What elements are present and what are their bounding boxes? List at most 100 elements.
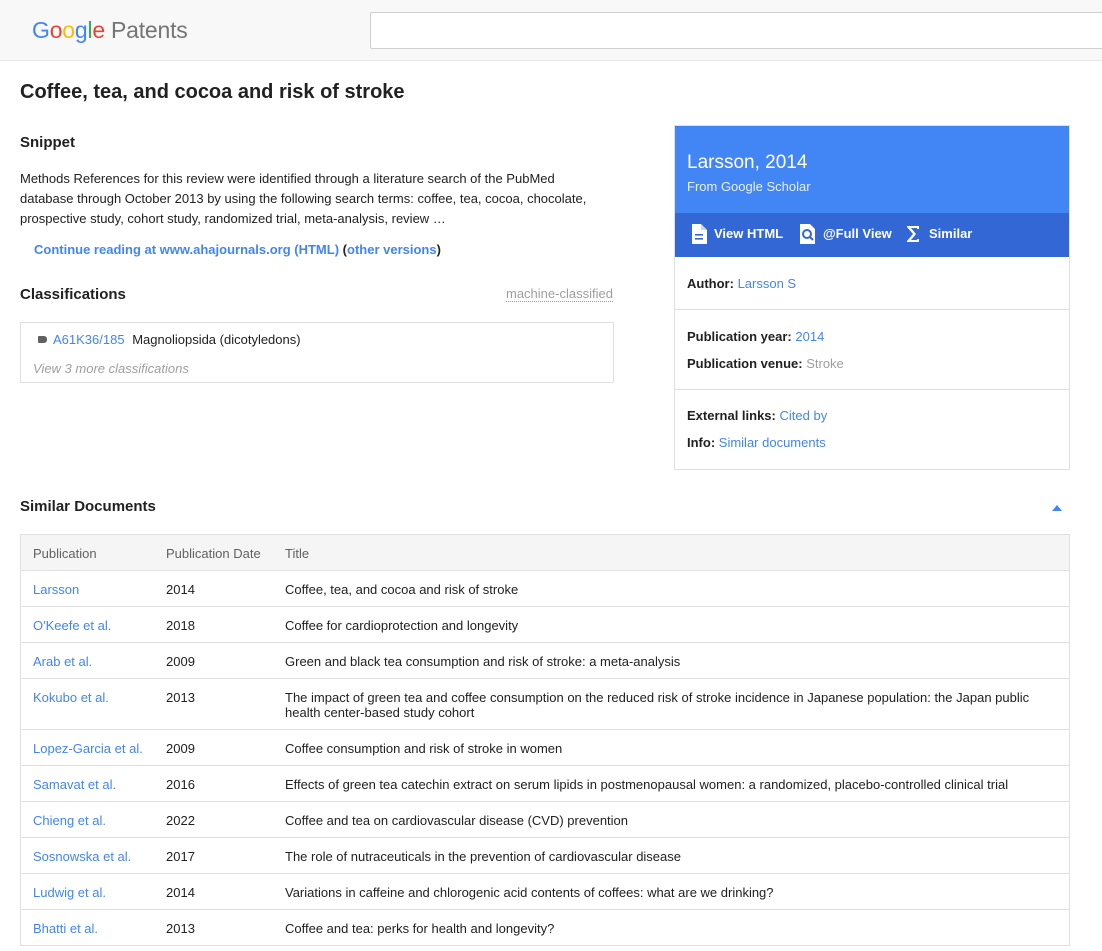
snippet-heading: Snippet (20, 134, 75, 151)
publication-title: The role of nutraceuticals in the preven… (285, 849, 1055, 864)
publication-section: Publication year: 2014 Publication venue… (675, 310, 1069, 390)
publication-date: 2018 (166, 618, 195, 633)
info-label: Info: (687, 435, 715, 450)
logo-letter: o (50, 17, 63, 43)
publication-link[interactable]: Chieng et al. (33, 813, 106, 828)
magnify-document-icon (799, 224, 817, 244)
publication-date: 2013 (166, 921, 195, 936)
table-row[interactable]: Chieng et al. 2022 Coffee and tea on car… (21, 802, 1069, 838)
publication-date: 2017 (166, 849, 195, 864)
table-row[interactable]: Arab et al. 2009 Green and black tea con… (21, 643, 1069, 679)
publication-link[interactable]: Samavat et al. (33, 777, 116, 792)
publication-title: Green and black tea consumption and risk… (285, 654, 1055, 669)
similar-documents-table: Publication Publication Date Title Larss… (20, 534, 1070, 946)
table-row[interactable]: Sosnowska et al. 2017 The role of nutrac… (21, 838, 1069, 874)
year-link[interactable]: 2014 (795, 329, 824, 344)
column-header-title: Title (285, 546, 1055, 561)
external-links-row: External links: Cited by (687, 408, 827, 423)
publication-link[interactable]: Kokubo et al. (33, 690, 109, 705)
logo-letter: g (75, 17, 88, 43)
continue-reading: Continue reading at www.ahajournals.org … (34, 242, 441, 257)
table-row[interactable]: Bhatti et al. 2013 Coffee and tea: perks… (21, 910, 1069, 946)
similar-documents-heading: Similar Documents (20, 498, 156, 515)
publication-date: 2009 (166, 741, 195, 756)
classification-row: A61K36/185 Magnoliopsida (dicotyledons) (38, 332, 301, 347)
similar-documents-link[interactable]: Similar documents (719, 435, 826, 450)
venue-value: Stroke (806, 356, 844, 371)
links-section: External links: Cited by Info: Similar d… (675, 390, 1069, 469)
publication-date: 2013 (166, 690, 195, 705)
author-row: Author: Larsson S (687, 276, 796, 291)
publication-link[interactable]: O'Keefe et al. (33, 618, 111, 633)
author-link[interactable]: Larsson S (738, 276, 797, 291)
publication-title: Coffee and tea on cardiovascular disease… (285, 813, 1055, 828)
table-row[interactable]: O'Keefe et al. 2018 Coffee for cardiopro… (21, 607, 1069, 643)
publication-title: Coffee for cardioprotection and longevit… (285, 618, 1055, 633)
year-label: Publication year: (687, 329, 792, 344)
cited-by-link[interactable]: Cited by (780, 408, 828, 423)
venue-row: Publication venue: Stroke (687, 356, 844, 371)
view-more-classifications[interactable]: View 3 more classifications (33, 361, 189, 376)
chevron-up-icon[interactable] (1052, 505, 1062, 511)
page-title: Coffee, tea, and cocoa and risk of strok… (20, 81, 405, 104)
publication-link[interactable]: Bhatti et al. (33, 921, 98, 936)
card-title: Larsson, 2014 (687, 152, 807, 174)
top-bar: GooglePatents (0, 0, 1102, 61)
snippet-text: Methods References for this review were … (20, 169, 610, 229)
table-row[interactable]: Kokubo et al. 2013 The impact of green t… (21, 679, 1069, 730)
publication-link[interactable]: Ludwig et al. (33, 885, 106, 900)
sigma-icon (905, 224, 921, 244)
column-header-date: Publication Date (166, 546, 261, 561)
publication-date: 2022 (166, 813, 195, 828)
google-patents-logo[interactable]: GooglePatents (32, 17, 188, 44)
publication-date: 2016 (166, 777, 195, 792)
logo-letter: e (92, 17, 105, 43)
similar-label: Similar (929, 226, 972, 241)
logo-product-name: Patents (111, 17, 188, 43)
column-header-publication: Publication (33, 546, 97, 561)
external-links-label: External links: (687, 408, 776, 423)
publication-title: Coffee and tea: perks for health and lon… (285, 921, 1055, 936)
publication-title: Coffee consumption and risk of stroke in… (285, 741, 1055, 756)
publication-link[interactable]: Arab et al. (33, 654, 92, 669)
card-actions: View HTML @Full View Similar (675, 213, 1069, 257)
logo-letter: G (32, 17, 50, 43)
publication-title: Variations in caffeine and chlorogenic a… (285, 885, 1055, 900)
other-versions-link[interactable]: other versions (347, 242, 437, 257)
view-html-label: View HTML (714, 226, 783, 241)
classification-code-link[interactable]: A61K36/185 (53, 332, 125, 347)
publication-date: 2014 (166, 885, 195, 900)
classifications-heading: Classifications (20, 286, 126, 303)
author-section: Author: Larsson S (675, 257, 1069, 310)
full-view-label: @Full View (823, 226, 892, 241)
machine-classified-label[interactable]: machine-classified (506, 286, 613, 302)
scholar-card: Larsson, 2014 From Google Scholar View H… (674, 125, 1070, 470)
table-row[interactable]: Lopez-Garcia et al. 2009 Coffee consumpt… (21, 730, 1069, 766)
publication-link[interactable]: Larsson (33, 582, 79, 597)
venue-label: Publication venue: (687, 356, 803, 371)
search-input[interactable] (370, 12, 1102, 49)
logo-letter: o (62, 17, 75, 43)
card-header: Larsson, 2014 From Google Scholar (675, 126, 1069, 213)
table-row[interactable]: Samavat et al. 2016 Effects of green tea… (21, 766, 1069, 802)
publication-title: Effects of green tea catechin extract on… (285, 777, 1055, 792)
paren-close: ) (437, 242, 441, 257)
continue-reading-link[interactable]: Continue reading at www.ahajournals.org … (34, 242, 339, 257)
publication-link[interactable]: Lopez-Garcia et al. (33, 741, 143, 756)
table-row[interactable]: Ludwig et al. 2014 Variations in caffein… (21, 874, 1069, 910)
year-row: Publication year: 2014 (687, 329, 824, 344)
classifications-box: A61K36/185 Magnoliopsida (dicotyledons) … (20, 322, 614, 383)
card-subtitle: From Google Scholar (687, 179, 811, 194)
table-row[interactable]: Larsson 2014 Coffee, tea, and cocoa and … (21, 571, 1069, 607)
document-icon (691, 224, 707, 244)
publication-title: Coffee, tea, and cocoa and risk of strok… (285, 582, 1055, 597)
publication-date: 2014 (166, 582, 195, 597)
author-label: Author: (687, 276, 734, 291)
publication-link[interactable]: Sosnowska et al. (33, 849, 131, 864)
classification-description: Magnoliopsida (dicotyledons) (132, 332, 300, 347)
publication-title: The impact of green tea and coffee consu… (285, 690, 1055, 720)
table-header-row: Publication Publication Date Title (21, 535, 1069, 571)
info-row: Info: Similar documents (687, 435, 826, 450)
publication-date: 2009 (166, 654, 195, 669)
tag-icon (38, 336, 47, 343)
